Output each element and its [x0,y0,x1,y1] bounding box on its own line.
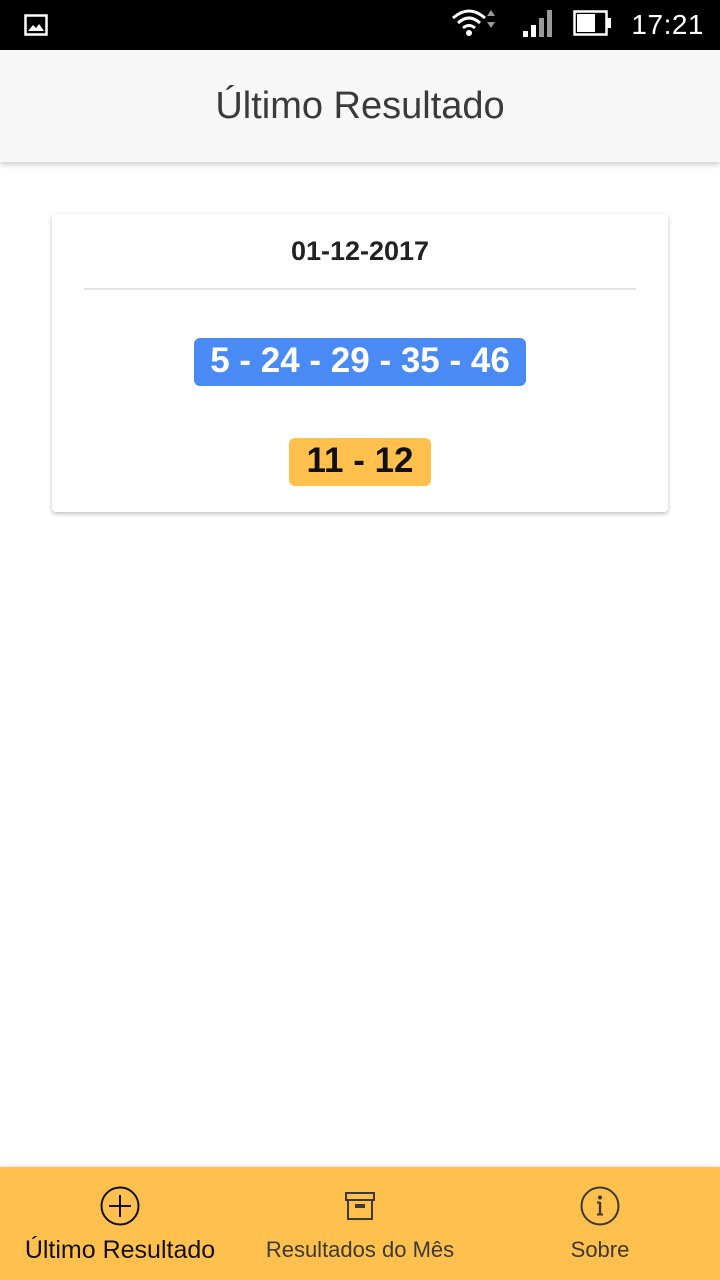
stars-badge: 11 - 12 [289,438,431,486]
nav-item-resultados-do-mes[interactable]: Resultados do Mês [240,1167,480,1280]
nav-label: Resultados do Mês [265,1237,455,1262]
bottom-navigation: Último Resultado Resultados do Mês Sobre [0,1167,720,1280]
archive-icon [339,1185,381,1227]
page-title: Último Resultado [215,84,505,127]
plus-circle-icon [99,1185,141,1227]
nav-item-sobre[interactable]: Sobre [480,1167,720,1280]
status-time: 17:21 [631,9,704,40]
nav-label: Sobre [570,1237,630,1262]
nav-label: Último Resultado [24,1236,216,1264]
status-bar: 17:21 [0,0,720,50]
numbers-row: 5 - 24 - 29 - 35 - 46 [52,338,668,386]
battery-icon [573,9,613,41]
status-icons: 17:21 [451,0,704,50]
wifi-icon [451,6,503,45]
result-card: 01-12-2017 5 - 24 - 29 - 35 - 46 11 - 12 [52,214,668,512]
image-notification-icon [24,14,48,36]
signal-icon [521,7,555,44]
nav-item-ultimo-resultado[interactable]: Último Resultado [0,1167,240,1280]
info-icon [579,1185,621,1227]
app-bar: Último Resultado [0,50,720,162]
stars-row: 11 - 12 [52,438,668,486]
draw-date: 01-12-2017 [290,236,430,266]
numbers-badge: 5 - 24 - 29 - 35 - 46 [194,338,526,386]
divider [84,288,636,290]
